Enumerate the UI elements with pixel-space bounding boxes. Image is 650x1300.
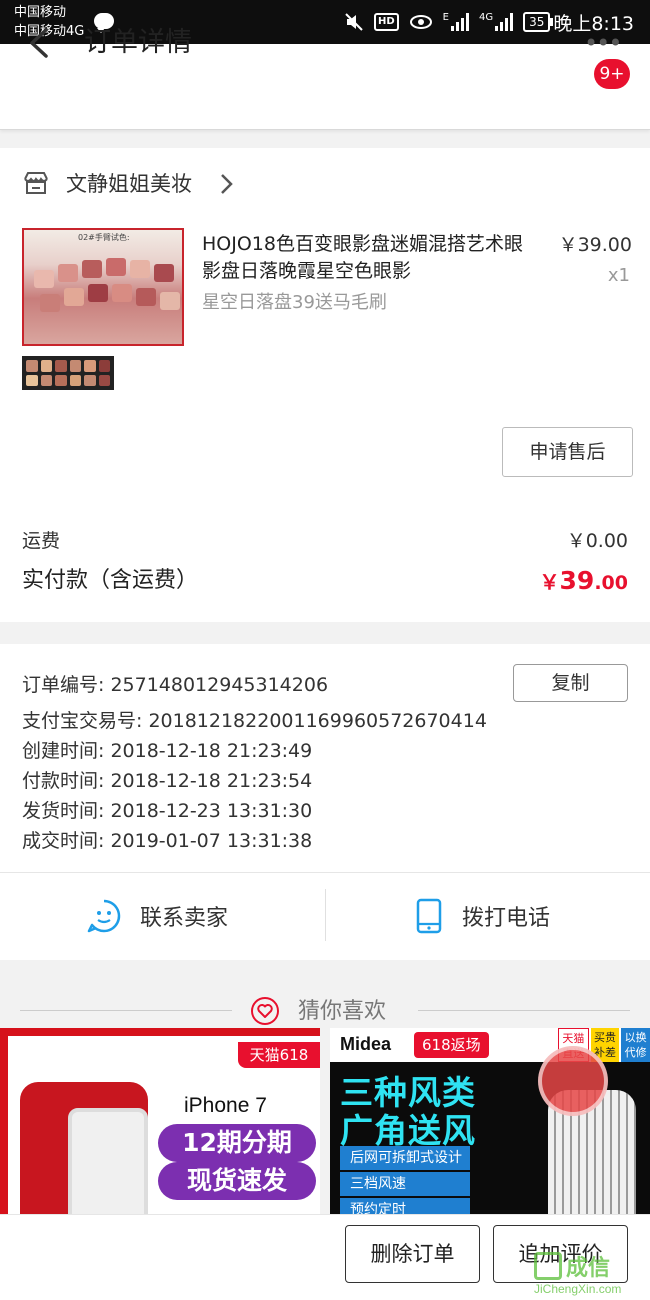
ad-background: 天猫618 iPhone 7 12期分期 现货速发: [8, 1036, 320, 1214]
product-quantity: x1: [607, 265, 630, 286]
network-e-label: E: [442, 12, 449, 23]
paid-integer: 39: [559, 566, 595, 595]
ad-headline2: 广角送风: [340, 1111, 476, 1150]
corner-tag: 以换代修: [621, 1028, 650, 1062]
product-image[interactable]: 02#手臂试色:: [22, 228, 184, 346]
hd-icon: HD: [374, 13, 399, 31]
ad-model: iPhone 7: [184, 1094, 267, 1117]
shipped-time: 发货时间: 2018-12-23 13:31:30: [22, 800, 313, 822]
watermark-url: JiChengXin.com: [534, 1282, 622, 1296]
phone-icon: [416, 898, 442, 934]
heart-icon: [251, 997, 279, 1025]
divider: [20, 1010, 232, 1011]
signal-4g-icon: [495, 13, 514, 31]
page-title: 订单详情: [84, 27, 192, 58]
created-time: 创建时间: 2018-12-18 21:23:49: [22, 740, 313, 762]
ad-line1: 12期分期: [158, 1124, 316, 1162]
recommend-title: 猜你喜欢: [298, 999, 387, 1024]
brand-logo: Midea: [340, 1034, 392, 1054]
image-caption: 02#手臂试色:: [78, 233, 130, 242]
product-price: ￥39.00: [558, 234, 632, 256]
contact-seller-button[interactable]: 联系卖家: [86, 896, 228, 936]
currency-symbol: ￥: [539, 570, 560, 594]
carrier-line1: 中国移动: [14, 5, 67, 20]
ad-tag: 618返场: [414, 1032, 489, 1058]
product-sku: 星空日落盘39送马毛刷: [202, 292, 387, 313]
eye-comfort-icon: [409, 15, 432, 29]
status-icons: HD E 4G 35: [344, 10, 554, 34]
ad-line2: 现货速发: [158, 1162, 316, 1200]
product-thumbnail[interactable]: [22, 356, 114, 390]
completed-time: 成交时间: 2019-01-07 13:31:38: [22, 830, 313, 852]
divider: [418, 1010, 630, 1011]
copy-button[interactable]: 复制: [513, 664, 628, 702]
alipay-trade-number: 支付宝交易号: 2018121822001169960572670414: [22, 710, 487, 732]
shop-name[interactable]: 文静姐姐美妆: [66, 170, 192, 198]
watermark-logo-icon: [534, 1252, 562, 1280]
ad-feature: 后网可拆卸式设计: [340, 1146, 470, 1170]
more-dots-icon[interactable]: •••: [584, 31, 622, 55]
product-title[interactable]: HOJO18色百变眼影盘迷媚混搭艺术眼影盘日落晚霞星空色眼影: [202, 231, 532, 285]
shipping-fee-label: 运费: [22, 530, 61, 552]
paid-time: 付款时间: 2018-12-18 21:23:54: [22, 770, 313, 792]
chevron-right-icon[interactable]: [218, 172, 234, 196]
ad-feature: 预约定时: [340, 1198, 470, 1214]
watermark: 成信 JiChengXin.com: [534, 1248, 644, 1300]
call-phone-label: 拨打电话: [462, 906, 551, 931]
paid-decimal: .00: [594, 572, 628, 594]
contact-seller-label: 联系卖家: [140, 906, 229, 931]
recommend-ad-iphone[interactable]: 天猫618 iPhone 7 12期分期 现货速发: [0, 1028, 320, 1214]
store-icon: [24, 172, 48, 194]
delete-order-button[interactable]: 删除订单: [345, 1225, 480, 1283]
paid-amount-value: ￥39.00: [540, 566, 628, 599]
chat-smile-icon: [87, 899, 121, 933]
divider: [325, 889, 326, 941]
mute-icon: [345, 13, 363, 31]
phone-screen-image: [68, 1108, 148, 1214]
recommend-ad-midea[interactable]: Midea 618返场 天猫直送 买贵补差 以换代修 三种风类 广角送风 后网可…: [330, 1028, 650, 1214]
notification-badge: 9+: [594, 59, 630, 89]
order-number: 订单编号: 257148012945314206: [22, 674, 329, 696]
battery-icon: 35: [523, 12, 554, 32]
ad-tag: 天猫618: [238, 1042, 320, 1068]
network-4g-label: 4G: [479, 12, 494, 23]
shipping-fee-value: ￥0.00: [566, 530, 628, 552]
signal-icon: [451, 13, 469, 31]
paid-amount-label: 实付款（含运费）: [22, 568, 199, 593]
after-sale-button[interactable]: 申请售后: [502, 427, 633, 477]
ad-feature: 三档风速: [340, 1172, 470, 1196]
floating-badge-icon[interactable]: [538, 1046, 608, 1116]
call-phone-button[interactable]: 拨打电话: [414, 896, 550, 936]
back-arrow-icon[interactable]: [24, 26, 58, 60]
watermark-text: 成信: [566, 1256, 611, 1281]
